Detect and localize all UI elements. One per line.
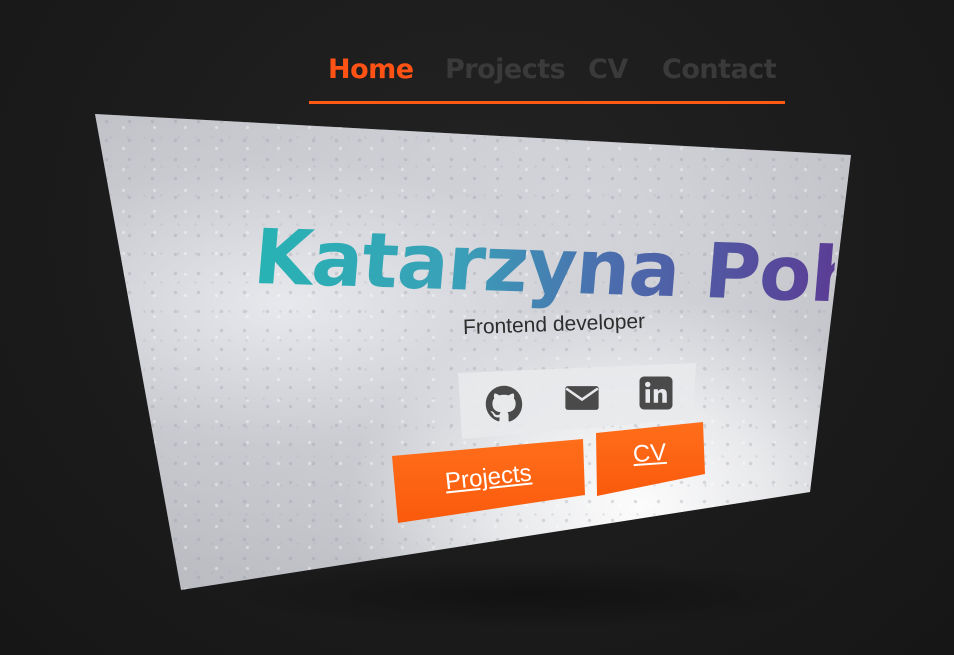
- card-floor-shadow: [230, 560, 830, 630]
- water-splash-background: [95, 114, 851, 590]
- nav-projects-link[interactable]: Projects: [445, 54, 566, 85]
- cv-button-label: CV: [632, 438, 668, 469]
- projects-button-label: Projects: [443, 459, 533, 496]
- main-navigation: Home Projects CV Contact: [309, 48, 785, 104]
- nav-contact-link[interactable]: Contact: [662, 54, 777, 85]
- hero-card: [95, 114, 851, 590]
- github-icon[interactable]: [485, 385, 523, 423]
- linkedin-icon[interactable]: [638, 375, 676, 413]
- nav-cv-link[interactable]: CV: [588, 54, 628, 85]
- mail-icon[interactable]: [563, 379, 601, 417]
- hero-name: Katarzyna Pohl: [250, 212, 838, 320]
- nav-home-link[interactable]: Home: [328, 54, 414, 85]
- page: Home Projects CV Contact Katarzyna Pohl …: [0, 0, 954, 655]
